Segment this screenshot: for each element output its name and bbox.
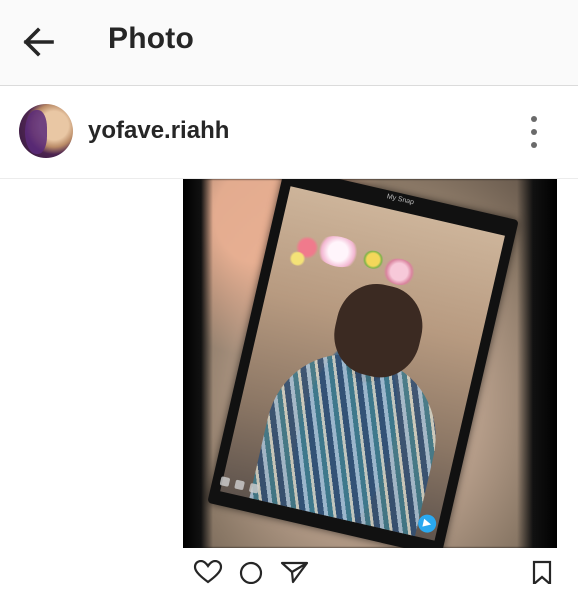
heart-icon — [193, 559, 223, 584]
arrow-left-icon — [23, 27, 54, 57]
like-button[interactable] — [193, 559, 223, 584]
back-button[interactable] — [18, 24, 58, 60]
post-header: yofave.riahh — [0, 86, 578, 179]
comment-button[interactable] — [237, 560, 267, 585]
save-button[interactable] — [530, 560, 560, 587]
comment-icon — [239, 561, 263, 585]
trash-icon — [219, 476, 231, 487]
share-button[interactable] — [280, 560, 310, 584]
flower-crown-icon — [312, 231, 364, 272]
photo-border-right — [517, 179, 557, 548]
share-icon — [234, 479, 245, 491]
avatar[interactable] — [19, 104, 73, 158]
post-photo[interactable]: My Snap — [183, 179, 557, 548]
page-title: Photo — [108, 22, 194, 55]
app-bar: Photo — [0, 0, 578, 86]
username-link[interactable]: yofave.riahh — [88, 117, 229, 145]
bookmark-icon — [532, 560, 552, 587]
more-options-button[interactable] — [522, 112, 546, 152]
send-icon — [280, 561, 309, 584]
more-vertical-icon — [531, 116, 537, 122]
action-bar — [0, 550, 578, 587]
